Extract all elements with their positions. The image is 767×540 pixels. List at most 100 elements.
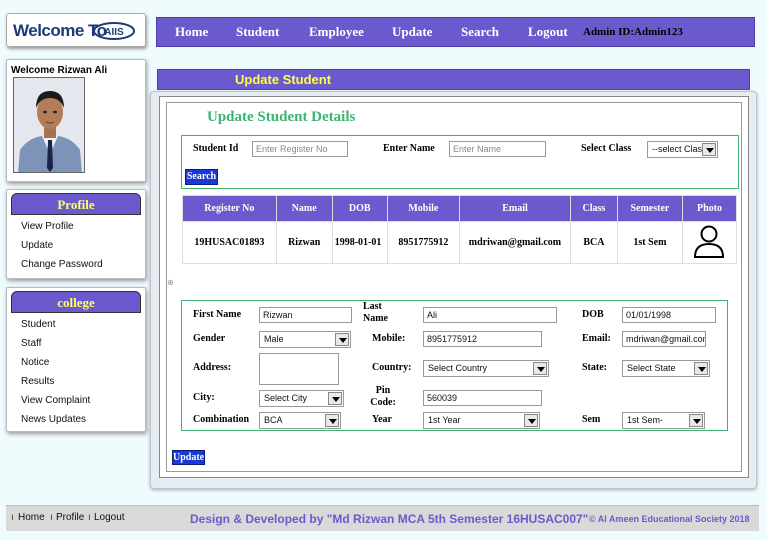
address-textarea[interactable] <box>259 353 339 385</box>
gender-label: Gender <box>193 333 226 344</box>
dob-input[interactable]: 01/01/1998 <box>622 307 716 323</box>
nav-student[interactable]: Student <box>236 24 279 40</box>
last-name-input[interactable]: Ali <box>423 307 557 323</box>
chevron-down-icon <box>335 333 349 346</box>
year-select[interactable]: 1st Year <box>423 412 540 429</box>
search-section: Student Id Enter Register No Enter Name … <box>181 135 739 189</box>
link-notice[interactable]: Notice <box>21 357 49 368</box>
link-news-updates[interactable]: News Updates <box>21 414 86 425</box>
top-navbar: Home Student Employee Update Search Logo… <box>156 17 755 47</box>
cell-register-no: 19HUSAC01893 <box>182 221 277 264</box>
search-button[interactable]: Search <box>185 169 218 185</box>
link-view-profile[interactable]: View Profile <box>21 221 74 232</box>
footer-link-profile[interactable]: Profile <box>56 512 84 523</box>
chevron-down-icon <box>325 414 339 427</box>
footer-society: © Al Ameen Educational Society 2018 <box>589 514 750 524</box>
cell-photo <box>681 221 738 264</box>
first-name-input[interactable]: Rizwan <box>259 307 352 323</box>
student-table: Register No Name DOB Mobile Email Class … <box>182 195 738 264</box>
link-view-complaint[interactable]: View Complaint <box>21 395 90 406</box>
state-select-value: Select State <box>627 363 676 373</box>
chevron-down-icon <box>702 143 716 156</box>
footer-link-logout[interactable]: Logout <box>94 512 125 523</box>
nav-home[interactable]: Home <box>175 24 208 40</box>
pin-code-label: Pin Code: <box>370 385 396 408</box>
combination-select[interactable]: BCA <box>259 412 341 429</box>
link-change-password[interactable]: Change Password <box>21 259 103 270</box>
name-label: Enter Name <box>383 143 435 154</box>
main-header-bar: Update Student <box>157 69 750 90</box>
nav-employee[interactable]: Employee <box>309 24 364 40</box>
name-input[interactable]: Enter Name <box>449 141 546 157</box>
year-select-value: 1st Year <box>428 415 461 425</box>
cell-name: Rizwan <box>275 221 333 264</box>
svg-text:AIIS: AIIS <box>104 27 124 38</box>
main-header-title: Update Student <box>235 72 332 87</box>
cell-email: mdriwan@gmail.com <box>458 221 571 264</box>
cell-class: BCA <box>569 221 618 264</box>
welcome-panel: Welcome Rizwan Ali <box>6 59 146 182</box>
update-button[interactable]: Update <box>172 450 205 465</box>
table-header-row: Register No Name DOB Mobile Email Class … <box>182 195 738 222</box>
sem-select[interactable]: 1st Sem- <box>622 412 705 429</box>
year-label: Year <box>372 414 392 425</box>
city-select-value: Select City <box>264 393 308 403</box>
student-id-label: Student Id <box>193 143 239 154</box>
cell-dob: 1998-01-01 <box>331 221 388 264</box>
city-select[interactable]: Select City <box>259 390 344 407</box>
college-panel: college Student Staff Notice Results Vie… <box>6 287 146 432</box>
chevron-down-icon <box>533 362 547 375</box>
col-semester: Semester <box>616 195 683 222</box>
col-photo: Photo <box>681 195 738 222</box>
city-label: City: <box>193 392 215 403</box>
first-name-label: First Name <box>193 309 242 320</box>
student-photo <box>13 77 85 173</box>
aiis-logo-mark: AIIS <box>93 22 135 40</box>
chevron-down-icon <box>524 414 538 427</box>
col-email: Email <box>458 195 571 222</box>
link-results[interactable]: Results <box>21 376 54 387</box>
state-select[interactable]: Select State <box>622 360 710 377</box>
sem-label: Sem <box>582 414 601 425</box>
col-register-no: Register No <box>182 195 277 222</box>
separator-dot: ⊕ <box>167 278 174 287</box>
class-select[interactable]: --select Clas <box>647 141 718 158</box>
nav-update[interactable]: Update <box>392 24 432 40</box>
welcome-text: Welcome Rizwan Ali <box>11 65 108 76</box>
nav-logout[interactable]: Logout <box>528 24 568 40</box>
pin-code-input[interactable]: 560039 <box>423 390 542 406</box>
student-id-input[interactable]: Enter Register No <box>252 141 348 157</box>
country-select[interactable]: Select Country <box>423 360 549 377</box>
gender-select[interactable]: Male <box>259 331 351 348</box>
link-staff[interactable]: Staff <box>21 338 41 349</box>
gender-select-value: Male <box>264 334 284 344</box>
profile-panel: Profile View Profile Update Change Passw… <box>6 189 146 279</box>
email-input[interactable]: mdriwan@gmail.com <box>622 331 706 347</box>
col-dob: DOB <box>331 195 388 222</box>
footer: ı Home ı Profile ı Logout Design & Devel… <box>6 505 759 531</box>
link-update[interactable]: Update <box>21 240 53 251</box>
footer-link-home[interactable]: Home <box>18 512 45 523</box>
nav-search[interactable]: Search <box>461 24 499 40</box>
class-select-value: --select Clas <box>652 144 703 154</box>
country-label: Country: <box>372 362 412 373</box>
address-label: Address: <box>193 362 232 373</box>
chevron-down-icon <box>689 414 703 427</box>
cell-semester: 1st Sem <box>616 221 683 264</box>
mobile-input[interactable]: 8951775912 <box>423 331 542 347</box>
cell-mobile: 8951775912 <box>386 221 460 264</box>
mobile-label: Mobile: <box>372 333 406 344</box>
col-mobile: Mobile <box>386 195 460 222</box>
college-panel-title: college <box>11 291 141 313</box>
link-student[interactable]: Student <box>21 319 55 330</box>
email-label: Email: <box>582 333 611 344</box>
chevron-down-icon <box>328 392 342 405</box>
footer-separator: ı <box>50 512 53 523</box>
state-label: State: <box>582 362 607 373</box>
footer-separator: ı <box>88 512 91 523</box>
sem-select-value: 1st Sem- <box>627 415 664 425</box>
profile-panel-title: Profile <box>11 193 141 215</box>
footer-credit: Design & Developed by "Md Rizwan MCA 5th… <box>190 512 589 526</box>
admin-id-label: Admin ID:Admin123 <box>583 26 683 38</box>
table-row[interactable]: 19HUSAC01893 Rizwan 1998-01-01 895177591… <box>182 221 738 264</box>
